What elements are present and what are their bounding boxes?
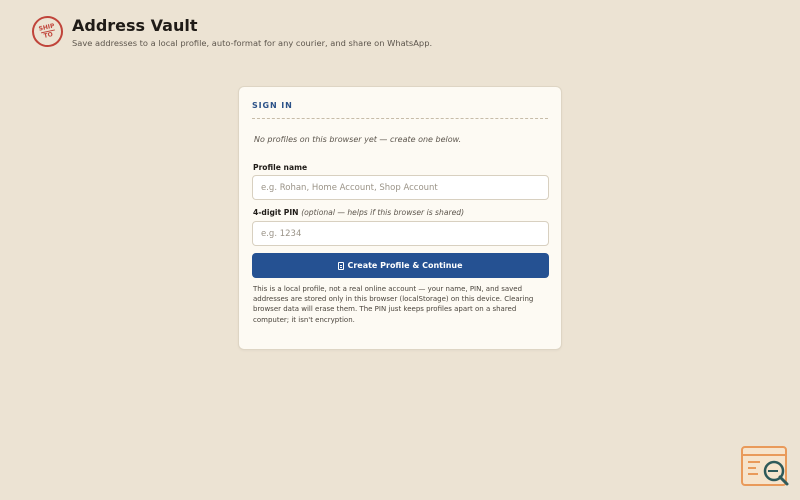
local-profile-note: This is a local profile, not a real onli… bbox=[253, 285, 534, 324]
profile-name-input[interactable] bbox=[252, 175, 549, 200]
app-title: Address Vault bbox=[72, 16, 198, 35]
ship-to-stamp-icon: SHIP TO bbox=[29, 13, 66, 50]
signin-card-header: SIGN IN bbox=[252, 101, 548, 119]
app-subtitle: Save addresses to a local profile, auto-… bbox=[72, 38, 433, 48]
search-code-icon[interactable] bbox=[740, 444, 792, 489]
app-header: SHIP TO Address Vault Save addresses to … bbox=[29, 13, 432, 50]
signin-card: SIGN IN No profiles on this browser yet … bbox=[238, 86, 562, 350]
document-icon bbox=[338, 261, 345, 270]
create-profile-button-label: Create Profile & Continue bbox=[347, 261, 463, 270]
pin-label-text: 4-digit PIN bbox=[253, 208, 299, 217]
pin-optional-hint: (optional — helps if this browser is sha… bbox=[301, 208, 465, 217]
logo-line2: TO bbox=[40, 29, 56, 41]
header-titles: Address Vault Save addresses to a local … bbox=[72, 16, 432, 48]
no-profiles-notice: No profiles on this browser yet — create… bbox=[254, 135, 462, 144]
pin-label: 4-digit PIN (optional — helps if this br… bbox=[253, 208, 464, 217]
pin-input[interactable] bbox=[252, 221, 549, 246]
profile-name-label: Profile name bbox=[253, 163, 308, 172]
create-profile-button[interactable]: Create Profile & Continue bbox=[252, 253, 549, 278]
signin-title: SIGN IN bbox=[252, 101, 293, 110]
